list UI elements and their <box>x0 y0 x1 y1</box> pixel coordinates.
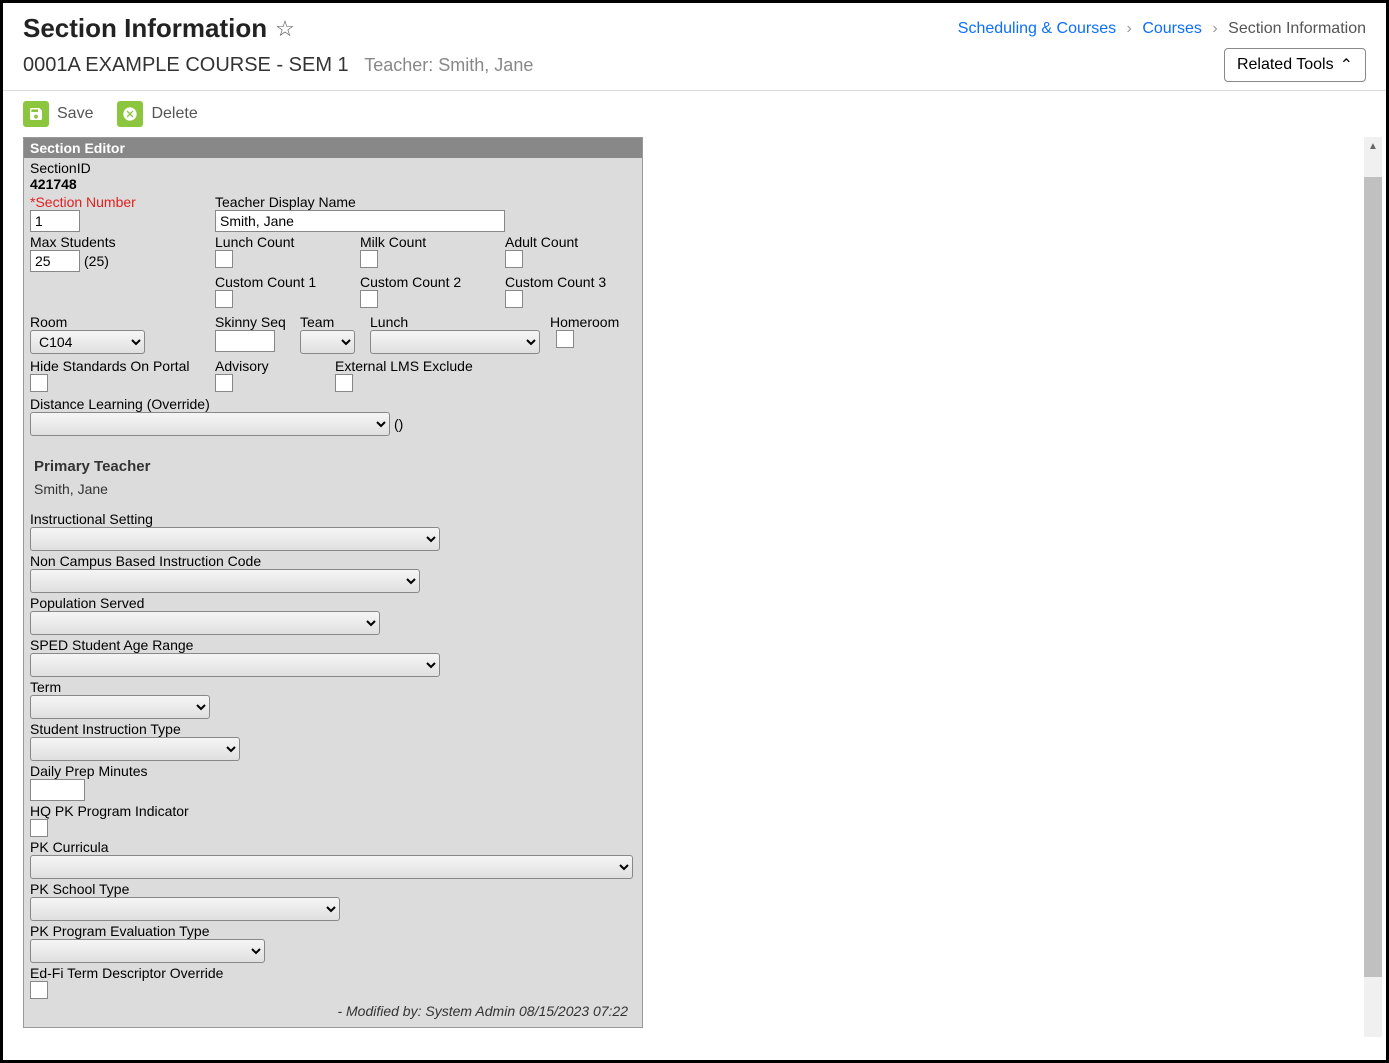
scrollbar-vertical[interactable]: ▲ <box>1364 137 1382 1037</box>
modified-by-text: - Modified by: System Admin 08/15/2023 0… <box>30 999 636 1023</box>
custom-count-2-checkbox[interactable] <box>360 290 378 308</box>
breadcrumb: Scheduling & Courses › Courses › Section… <box>958 20 1366 38</box>
custom-count-1-label: Custom Count 1 <box>215 274 360 290</box>
save-label: Save <box>57 105 93 123</box>
chevron-right-icon: › <box>1212 20 1217 37</box>
related-tools-label: Related Tools <box>1237 56 1334 74</box>
external-lms-checkbox[interactable] <box>335 374 353 392</box>
lunch-count-label: Lunch Count <box>215 234 360 250</box>
lunch-label: Lunch <box>370 314 550 330</box>
room-label: Room <box>30 314 215 330</box>
hide-standards-checkbox[interactable] <box>30 374 48 392</box>
pk-program-eval-label: PK Program Evaluation Type <box>30 923 210 939</box>
instructional-setting-label: Instructional Setting <box>30 511 153 527</box>
primary-teacher-title: Primary Teacher <box>34 458 632 475</box>
teacher-display-label: Teacher Display Name <box>215 194 505 210</box>
section-number-input[interactable] <box>30 210 80 232</box>
sped-age-label: SPED Student Age Range <box>30 637 193 653</box>
save-button[interactable]: Save <box>23 101 93 127</box>
section-id-label: SectionID <box>30 160 636 176</box>
delete-label: Delete <box>151 105 197 123</box>
team-select[interactable] <box>300 330 355 354</box>
teacher-display-input[interactable] <box>215 210 505 232</box>
distance-learning-aside: () <box>394 413 403 435</box>
sped-age-select[interactable] <box>30 653 440 677</box>
skinny-seq-input[interactable] <box>215 330 275 352</box>
pk-school-type-select[interactable] <box>30 897 340 921</box>
population-served-select[interactable] <box>30 611 380 635</box>
distance-learning-select[interactable] <box>30 412 390 436</box>
section-number-label: *Section Number <box>30 194 215 210</box>
homeroom-checkbox[interactable] <box>556 330 574 348</box>
hq-pk-checkbox[interactable] <box>30 819 48 837</box>
lunch-select[interactable] <box>370 330 540 354</box>
term-label: Term <box>30 679 61 695</box>
daily-prep-label: Daily Prep Minutes <box>30 763 148 779</box>
milk-count-checkbox[interactable] <box>360 250 378 268</box>
chevron-right-icon: › <box>1127 20 1132 37</box>
scroll-up-icon[interactable]: ▲ <box>1364 137 1382 155</box>
room-select[interactable]: C104 <box>30 330 145 354</box>
subtitle-course: 0001A EXAMPLE COURSE - SEM 1 <box>23 54 349 76</box>
adult-count-checkbox[interactable] <box>505 250 523 268</box>
subtitle-teacher: Teacher: Smith, Jane <box>364 55 533 75</box>
custom-count-2-label: Custom Count 2 <box>360 274 505 290</box>
external-lms-label: External LMS Exclude <box>335 358 473 374</box>
delete-button[interactable]: Delete <box>117 101 197 127</box>
team-label: Team <box>300 314 370 330</box>
population-served-label: Population Served <box>30 595 144 611</box>
delete-icon <box>117 101 143 127</box>
edfi-term-label: Ed-Fi Term Descriptor Override <box>30 965 223 981</box>
advisory-label: Advisory <box>215 358 335 374</box>
breadcrumb-courses[interactable]: Courses <box>1142 20 1202 37</box>
milk-count-label: Milk Count <box>360 234 505 250</box>
breadcrumb-scheduling[interactable]: Scheduling & Courses <box>958 20 1116 37</box>
non-campus-select[interactable] <box>30 569 420 593</box>
save-icon <box>23 101 49 127</box>
hide-standards-label: Hide Standards On Portal <box>30 358 215 374</box>
page-title: Section Information <box>23 13 267 44</box>
pk-curricula-select[interactable] <box>30 855 633 879</box>
favorite-star-icon[interactable]: ☆ <box>275 16 295 42</box>
distance-learning-label: Distance Learning (Override) <box>30 396 636 412</box>
student-instruction-select[interactable] <box>30 737 240 761</box>
skinny-seq-label: Skinny Seq <box>215 314 300 330</box>
student-instruction-label: Student Instruction Type <box>30 721 181 737</box>
section-id-value: 421748 <box>30 176 636 192</box>
section-editor-panel: Section Editor SectionID 421748 *Section… <box>23 137 643 1028</box>
max-students-aside: (25) <box>84 250 109 272</box>
related-tools-button[interactable]: Related Tools ⌃ <box>1224 48 1366 82</box>
chevron-up-icon: ⌃ <box>1340 55 1353 75</box>
max-students-label: Max Students <box>30 234 215 250</box>
scrollbar-thumb[interactable] <box>1364 177 1382 977</box>
pk-school-type-label: PK School Type <box>30 881 129 897</box>
section-editor-title: Section Editor <box>24 138 642 158</box>
custom-count-3-checkbox[interactable] <box>505 290 523 308</box>
lunch-count-checkbox[interactable] <box>215 250 233 268</box>
pk-program-eval-select[interactable] <box>30 939 265 963</box>
breadcrumb-current: Section Information <box>1228 20 1366 37</box>
daily-prep-input[interactable] <box>30 779 85 801</box>
custom-count-3-label: Custom Count 3 <box>505 274 606 290</box>
hq-pk-label: HQ PK Program Indicator <box>30 803 189 819</box>
term-select[interactable] <box>30 695 210 719</box>
adult-count-label: Adult Count <box>505 234 578 250</box>
primary-teacher-name: Smith, Jane <box>34 481 632 497</box>
edfi-term-checkbox[interactable] <box>30 981 48 999</box>
homeroom-label: Homeroom <box>550 314 619 330</box>
pk-curricula-label: PK Curricula <box>30 839 109 855</box>
custom-count-1-checkbox[interactable] <box>215 290 233 308</box>
non-campus-label: Non Campus Based Instruction Code <box>30 553 261 569</box>
advisory-checkbox[interactable] <box>215 374 233 392</box>
instructional-setting-select[interactable] <box>30 527 440 551</box>
max-students-input[interactable] <box>30 250 80 272</box>
